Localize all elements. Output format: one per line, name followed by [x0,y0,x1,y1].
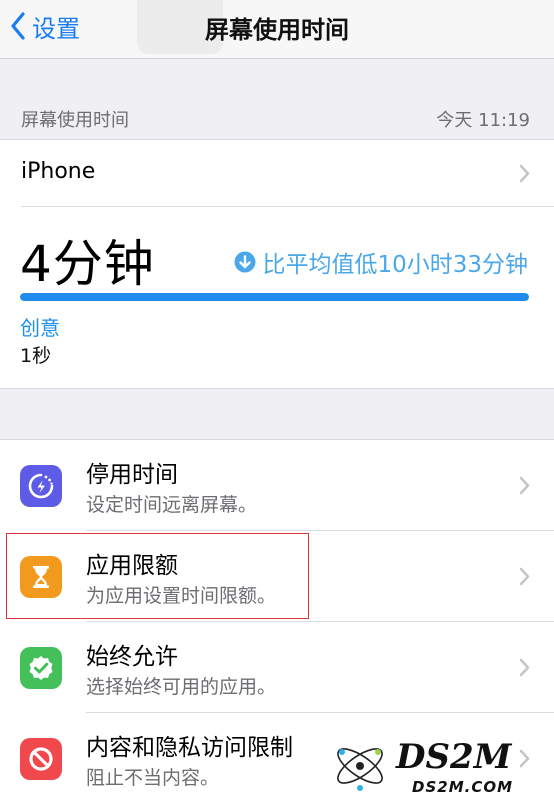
usage-summary-card: iPhone 4分钟 比平均值低10小时33分钟 创意 1秒 [0,139,554,389]
highlight-annotation [6,533,309,619]
category-time: 1秒 [20,345,52,367]
watermark-site: DS2M.COM [412,778,513,796]
chevron-right-icon [519,164,530,183]
downtime-icon [20,465,62,507]
navigation-bar: 设置 屏幕使用时间 [0,0,554,59]
device-name: iPhone [21,159,96,184]
item-subtitle: 选择始终可用的应用。 [86,676,277,698]
total-usage-time: 4分钟 [20,235,155,293]
item-title: 始终允许 [86,644,178,670]
usage-bar-fill [20,293,529,301]
chevron-right-icon [519,567,530,586]
watermark-logo: DS2M DS2M.COM [337,737,513,796]
item-subtitle: 设定时间远离屏幕。 [86,494,258,516]
list-item-always-allowed[interactable]: 始终允许 选择始终可用的应用。 [0,622,554,713]
chevron-right-icon [519,658,530,677]
checkmark-badge-icon [20,647,62,689]
section-header-date: 今天 11:19 [436,110,530,131]
watermark-brand: DS2M [395,737,513,777]
chevron-right-icon [519,476,530,495]
category-name: 创意 [20,316,60,340]
device-row[interactable]: iPhone [0,140,554,206]
page-title: 屏幕使用时间 [205,16,349,44]
item-subtitle: 阻止不当内容。 [86,767,220,789]
average-comparison: 比平均值低10小时33分钟 [234,245,528,279]
list-item-downtime[interactable]: 停用时间 设定时间远离屏幕。 [0,440,554,531]
row-divider [21,206,554,207]
item-title: 停用时间 [86,462,178,488]
comparison-text: 比平均值低10小时33分钟 [262,252,528,278]
arrow-down-circle-icon [234,251,256,273]
section-header-label: 屏幕使用时间 [21,110,129,131]
item-title: 内容和隐私访问限制 [86,735,293,761]
usage-bar [20,293,529,301]
restriction-icon [20,738,62,780]
usage-section-header: 屏幕使用时间 今天 11:19 [0,100,554,138]
